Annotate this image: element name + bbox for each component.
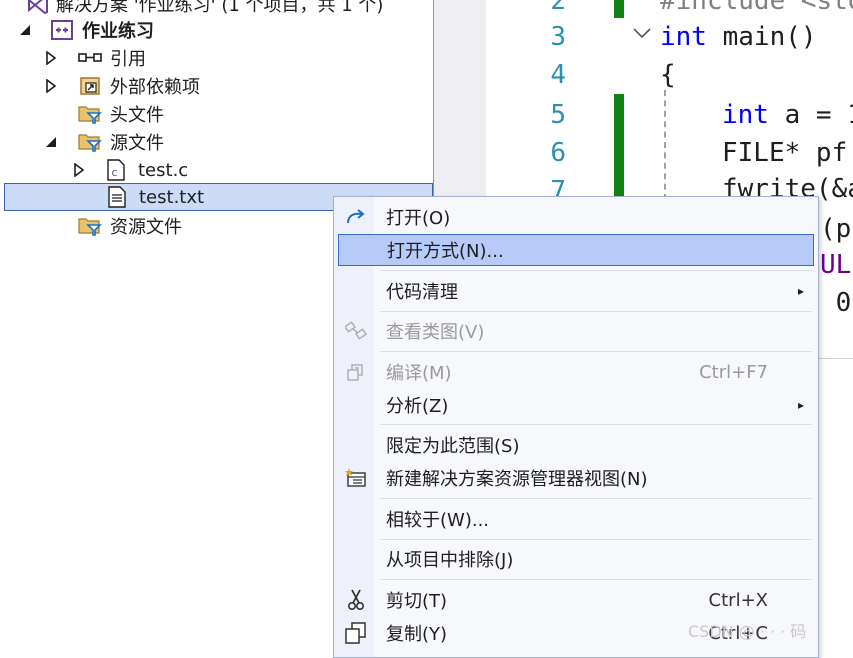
tree-row-header-files[interactable]: 头文件 [0,100,433,128]
tree-label: 源文件 [110,133,164,154]
menu-separator [380,424,812,425]
tree-row-test-c[interactable]: c test.c [0,156,433,184]
keyword: int [722,100,769,130]
tree-label: test.c [138,159,189,181]
code-line: { [660,60,676,90]
svg-text:c: c [112,166,118,179]
expanded-arrow-icon[interactable] [18,23,32,37]
watermark: CSDN @ · · · 码 [688,622,807,641]
menu-separator [380,579,812,580]
new-view-icon [344,466,368,490]
tree-label: 外部依赖项 [110,77,200,98]
collapsed-arrow-icon[interactable] [44,79,58,93]
line-number: 3 [550,22,566,52]
filter-folder-icon [78,215,102,237]
project-label: 作业练习 [82,21,154,42]
keyword: int [660,22,707,52]
solution-icon [26,0,50,15]
cut-icon [344,588,368,612]
menu-separator [380,311,812,312]
line-number: 5 [550,100,566,130]
text-file-icon [105,186,129,208]
menu-item-compile[interactable]: 编译(M) Ctrl+F7 [336,356,816,388]
filter-folder-icon [78,103,102,125]
external-deps-icon [78,75,102,97]
menu-item-open[interactable]: 打开(O) [336,201,816,233]
menu-item-new-explorer-view[interactable]: 新建解决方案资源管理器视图(N) [336,462,816,494]
code-line: int a = 1 [722,100,853,130]
project-icon [50,19,74,41]
menu-label: 新建解决方案资源管理器视图(N) [386,469,648,490]
change-indicator [614,0,624,18]
menu-label: 编译(M) [386,363,452,384]
menu-label: 代码清理 [386,282,458,303]
menu-label: 查看类图(V) [386,322,485,343]
menu-item-exclude-from-project[interactable]: 从项目中排除(J) [336,543,816,575]
menu-shortcut: Ctrl+X [708,589,768,611]
c-file-icon: c [104,159,128,181]
menu-label: 复制(Y) [386,624,448,645]
code-line: FILE* pf [722,138,848,168]
tree-row-source-files[interactable]: 源文件 [0,128,433,156]
menu-label: 打开(O) [386,208,451,229]
copy-icon [344,621,368,645]
line-number: 2 [550,0,566,16]
divider [816,358,853,359]
menu-item-cut[interactable]: 剪切(T) Ctrl+X [336,584,816,616]
menu-separator [380,351,812,352]
filter-folder-icon [78,131,102,153]
tree-label: test.txt [139,186,205,208]
collapsed-arrow-icon[interactable] [44,51,58,65]
menu-item-view-class-diagram[interactable]: 查看类图(V) [336,315,816,347]
tree-row-references[interactable]: 引用 [0,44,433,72]
menu-item-compare-with[interactable]: 相较于(W)... [336,503,816,535]
code-line: (pf [820,214,853,244]
menu-item-open-with[interactable]: 打开方式(N)... [338,234,814,266]
code-line: 0; [835,288,853,318]
menu-shortcut: Ctrl+F7 [699,361,768,383]
collapsed-arrow-icon[interactable] [72,163,86,177]
code-text: main() [706,22,817,52]
menu-separator [380,539,812,540]
menu-label: 打开方式(N)... [387,241,504,262]
menu-separator [380,498,812,499]
menu-label: 相较于(W)... [386,510,490,531]
change-indicator [614,94,624,200]
references-icon [78,47,102,69]
menu-item-analyze[interactable]: 分析(Z) ▸ [336,389,816,421]
tree-label: 资源文件 [110,217,182,238]
menu-label: 剪切(T) [386,591,448,612]
submenu-arrow-icon: ▸ [797,398,804,412]
solution-label: 解决方案 '作业练习' (1 个项目，共 1 个) [56,0,384,16]
context-menu: 打开(O) 打开方式(N)... 代码清理 ▸ 查看类图(V) 编译(M) Ct… [333,196,819,658]
menu-label: 分析(Z) [386,396,449,417]
expanded-arrow-icon[interactable] [44,135,58,149]
indent-guide [664,90,666,200]
line-number: 4 [550,60,566,90]
code-line: ULL [820,250,853,280]
submenu-arrow-icon: ▸ [797,284,804,298]
menu-item-code-cleanup[interactable]: 代码清理 ▸ [336,275,816,307]
line-number: 6 [550,138,566,168]
menu-label: 限定为此范围(S) [386,436,520,457]
code-text: a = 1 [784,100,853,130]
open-icon [344,205,368,229]
code-line: #include <std [660,0,853,16]
code-line: int main() [660,22,817,52]
menu-label: 从项目中排除(J) [386,550,514,571]
fold-chevron-icon[interactable] [632,24,652,45]
tree-row-external-deps[interactable]: 外部依赖项 [0,72,433,100]
tree-label: 头文件 [110,105,164,126]
tree-label: 引用 [110,49,146,70]
class-diagram-icon [344,319,368,343]
tree-row-project[interactable]: 作业练习 [0,16,433,44]
compile-icon [344,360,368,384]
menu-separator [380,270,812,271]
menu-item-scope-to-this[interactable]: 限定为此范围(S) [336,429,816,461]
